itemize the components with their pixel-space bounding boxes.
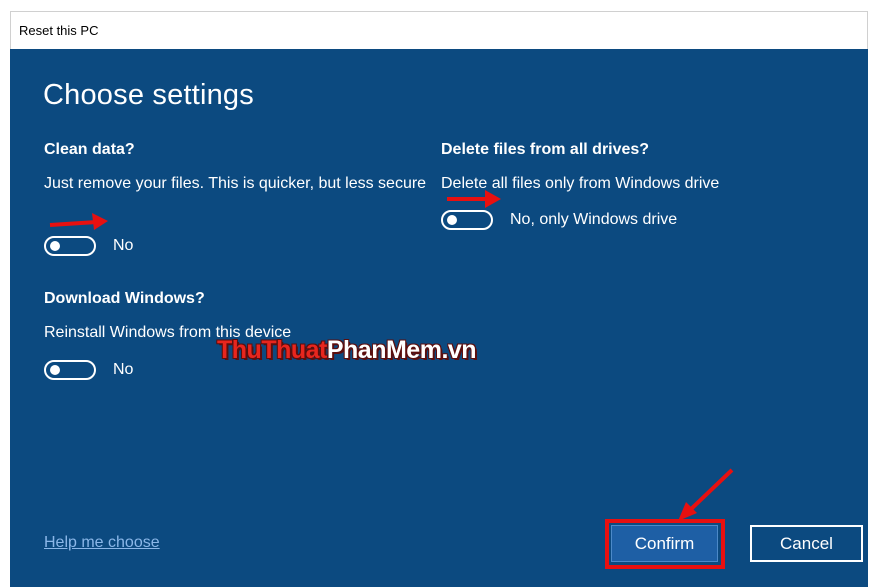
clean-data-description: Just remove your files. This is quicker,…: [44, 175, 427, 192]
confirm-button[interactable]: Confirm: [611, 525, 718, 562]
window-titlebar: Reset this PC: [10, 11, 868, 49]
download-windows-toggle-row: No: [44, 360, 133, 380]
cancel-button[interactable]: Cancel: [750, 525, 863, 562]
delete-drives-toggle-label: No, only Windows drive: [510, 211, 678, 228]
toggle-knob: [447, 215, 457, 225]
toggle-knob: [50, 365, 60, 375]
clean-data-toggle-label: No: [113, 237, 134, 254]
help-me-choose-link[interactable]: Help me choose: [44, 534, 160, 552]
toggle-knob: [50, 241, 60, 251]
reset-dialog: Choose settings Clean data? Just remove …: [10, 49, 868, 587]
clean-data-title: Clean data?: [44, 141, 135, 158]
clean-data-toggle[interactable]: [44, 236, 96, 256]
watermark-logo: ThuThuatPhanMem.vn: [217, 336, 477, 365]
page-title: Choose settings: [43, 79, 254, 111]
download-windows-toggle-label: No: [113, 361, 134, 378]
download-windows-title: Download Windows?: [44, 290, 205, 307]
clean-data-toggle-row: No: [44, 236, 133, 256]
watermark-part2: PhanMem: [326, 336, 442, 364]
window-title: Reset this PC: [19, 23, 99, 38]
download-windows-toggle[interactable]: [44, 360, 96, 380]
delete-drives-description: Delete all files only from Windows drive: [441, 175, 720, 192]
watermark-part3: .vn: [441, 336, 477, 364]
watermark-part1: ThuThuat: [217, 336, 327, 364]
delete-drives-toggle-row: No, only Windows drive: [441, 210, 677, 230]
delete-drives-title: Delete files from all drives?: [441, 141, 650, 158]
delete-drives-toggle[interactable]: [441, 210, 493, 230]
